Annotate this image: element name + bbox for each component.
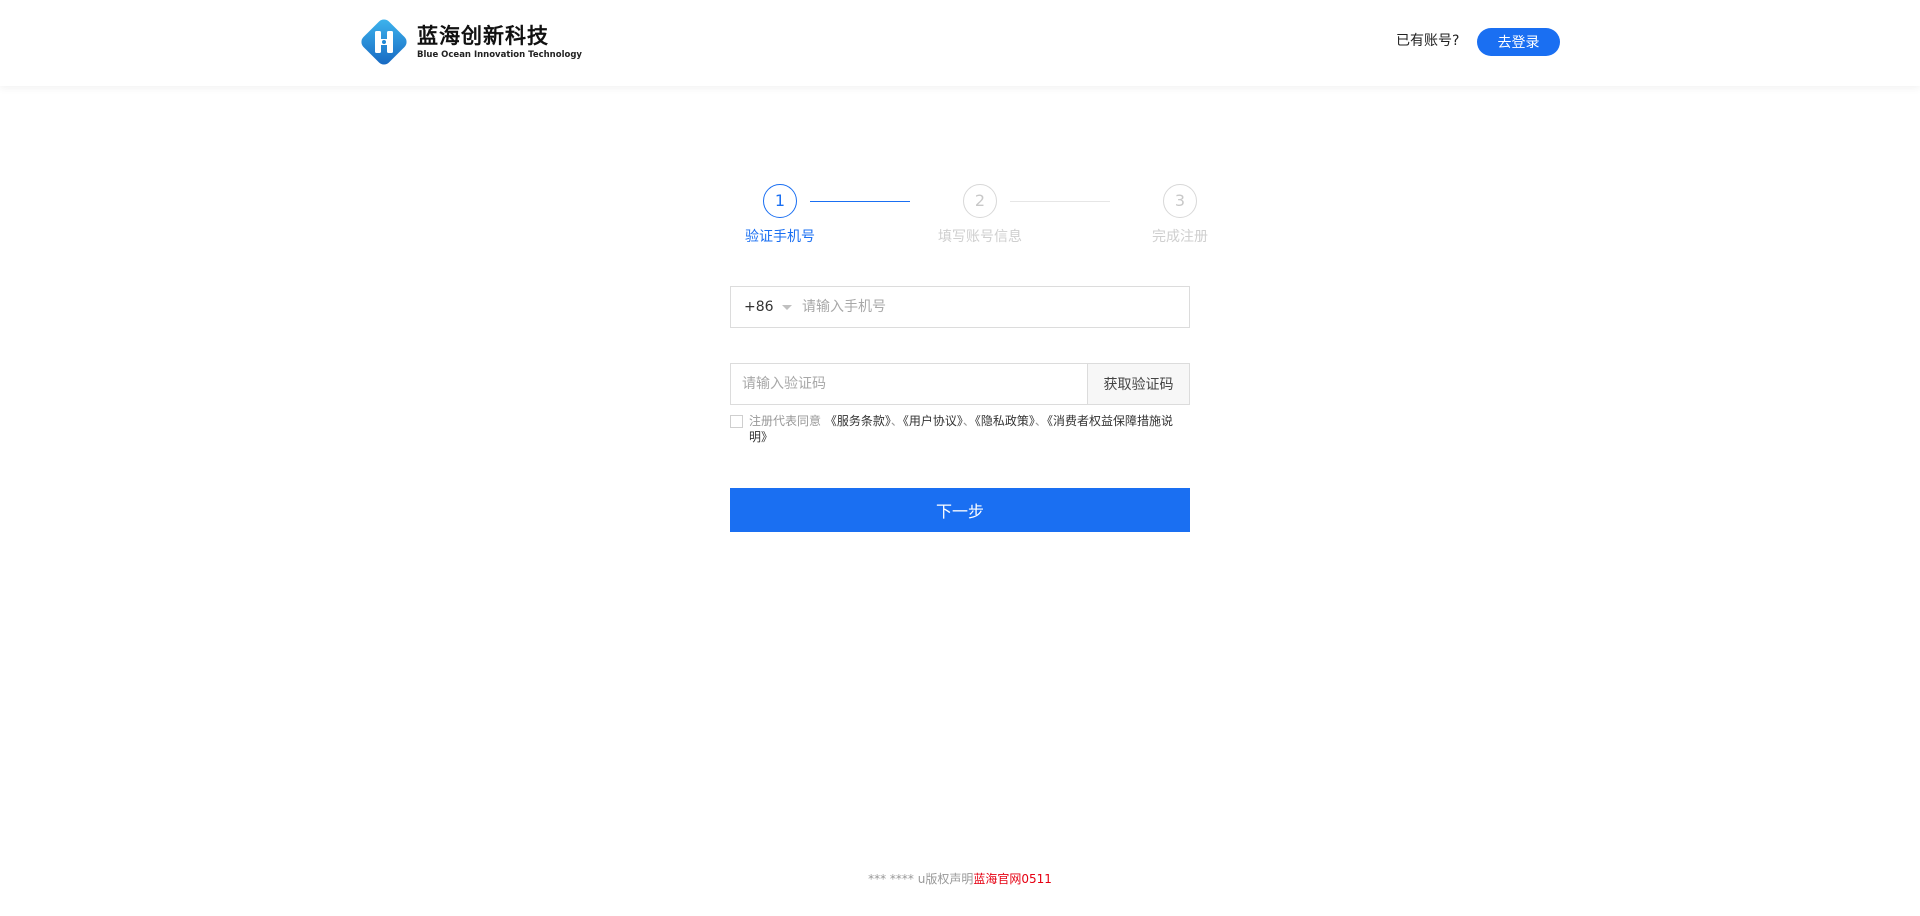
- next-step-button[interactable]: 下一步: [730, 488, 1190, 532]
- chevron-down-icon: [781, 304, 792, 310]
- verification-code-input[interactable]: [731, 364, 1087, 404]
- register-form: +86 获取验证码 注册代表同意 《服务条款》、《用户协议》、《隐私政策》、《消…: [730, 286, 1190, 532]
- step-connector-2: [1010, 201, 1110, 202]
- step-3-label: 完成注册: [1152, 229, 1208, 245]
- logo-text: 蓝海创新科技 Blue Ocean Innovation Technology: [417, 23, 582, 61]
- logo-chinese-name: 蓝海创新科技: [417, 24, 549, 48]
- user-agreement-link[interactable]: 《用户协议》: [903, 414, 963, 428]
- brand-logo[interactable]: 蓝海创新科技 Blue Ocean Innovation Technology: [358, 16, 582, 68]
- step-2-circle: 2: [963, 184, 997, 218]
- phone-input[interactable]: [797, 287, 1189, 327]
- step-1-circle: 1: [763, 184, 797, 218]
- verification-code-field: 获取验证码: [730, 363, 1190, 405]
- official-site-link[interactable]: 蓝海官网0511: [973, 872, 1052, 886]
- get-code-button[interactable]: 获取验证码: [1087, 364, 1189, 404]
- top-header: 蓝海创新科技 Blue Ocean Innovation Technology …: [0, 0, 1920, 86]
- agreement-separator: 、: [890, 414, 903, 428]
- agreement-separator: 、: [962, 414, 975, 428]
- agreement-separator: 、: [1034, 414, 1047, 428]
- country-code-value: +86: [744, 299, 774, 315]
- agree-checkbox[interactable]: [730, 415, 743, 428]
- copyright-text: *** **** u版权声明: [868, 872, 974, 886]
- logo-english-name: Blue Ocean Innovation Technology: [417, 50, 582, 60]
- step-2-label: 填写账号信息: [938, 229, 1022, 245]
- country-code-select[interactable]: +86: [731, 299, 797, 315]
- blue-ocean-logo-icon: [361, 19, 407, 65]
- step-fill-account: 2 填写账号信息: [920, 184, 1040, 247]
- agreement-row: 注册代表同意 《服务条款》、《用户协议》、《隐私政策》、《消费者权益保障措施说明…: [730, 413, 1190, 445]
- step-1-label: 验证手机号: [745, 229, 815, 245]
- step-complete: 3 完成注册: [1120, 184, 1240, 247]
- terms-of-service-link[interactable]: 《服务条款》: [825, 414, 891, 428]
- step-connector-1: [810, 201, 910, 202]
- step-verify-phone: 1 验证手机号: [720, 184, 840, 247]
- page-footer: *** **** u版权声明蓝海官网0511: [0, 871, 1920, 887]
- step-3-circle: 3: [1163, 184, 1197, 218]
- agreement-text: 注册代表同意 《服务条款》、《用户协议》、《隐私政策》、《消费者权益保障措施说明…: [749, 413, 1189, 445]
- has-account-text: 已有账号?: [1396, 33, 1460, 49]
- agree-prefix: 注册代表同意: [749, 414, 822, 428]
- registration-steps: 1 验证手机号 2 填写账号信息 3 完成注册: [720, 184, 1208, 248]
- phone-field: +86: [730, 286, 1190, 328]
- go-login-button[interactable]: 去登录: [1477, 28, 1560, 56]
- privacy-policy-link[interactable]: 《隐私政策》: [975, 414, 1035, 428]
